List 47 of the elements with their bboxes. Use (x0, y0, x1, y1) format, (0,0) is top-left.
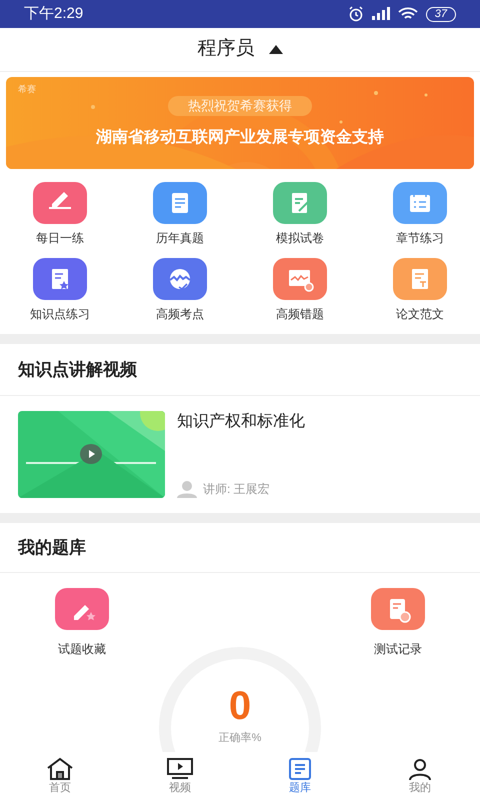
section-title: 知识点讲解视频 (18, 358, 137, 381)
battery-indicator: 37 (426, 6, 456, 22)
bank-tile[interactable]: 测试记录 (362, 588, 434, 658)
play-icon[interactable] (80, 444, 102, 464)
shortcut-tile[interactable]: 知识点练习 (0, 258, 120, 322)
tab-bar-item[interactable]: 首页 (0, 752, 120, 800)
caret-up-icon[interactable] (268, 45, 282, 54)
shortcut-tile[interactable]: 模拟试卷 (240, 182, 360, 246)
shortcut-label: 章节练习 (396, 230, 444, 246)
shortcut-label: 高频错题 (276, 306, 324, 322)
lecturer-name: 讲师: 王展宏 (203, 481, 270, 498)
bank-label: 试题收藏 (58, 641, 106, 658)
tab-bar-item[interactable]: 我的 (360, 752, 480, 800)
accuracy-label: 正确率% (218, 730, 262, 746)
banner-tagline: 热烈祝贺希赛获得 (168, 96, 312, 116)
video-icon (166, 757, 194, 781)
wifi-icon (398, 7, 418, 21)
person-icon (177, 480, 197, 498)
shortcut-label: 历年真题 (156, 230, 204, 246)
shortcut-tile[interactable]: 历年真题 (120, 182, 240, 246)
question-bank-icon (286, 757, 314, 781)
video-title: 知识产权和标准化 (177, 412, 305, 432)
status-time: 下午2:29 (24, 4, 84, 24)
shortcut-label: 每日一练 (36, 230, 84, 246)
shortcut-tile[interactable]: 高频错题 (240, 258, 360, 322)
shortcut-label: 模拟试卷 (276, 230, 324, 246)
accuracy-value: 0 (228, 684, 252, 728)
tab-bar-item[interactable]: 视频 (120, 752, 240, 800)
shortcut-tile[interactable]: 论文范文 (360, 258, 480, 322)
section-title: 我的题库 (18, 536, 86, 559)
category-title[interactable]: 程序员 (198, 35, 254, 64)
shortcut-label: 高频考点 (156, 306, 204, 322)
shortcut-label: 论文范文 (396, 306, 444, 322)
video-item[interactable]: 知识产权和标准化 讲师: 王展宏 (0, 396, 480, 513)
alarm-icon (348, 6, 364, 22)
signal-icon (372, 7, 390, 21)
shortcut-tile[interactable]: 章节练习 (360, 182, 480, 246)
shortcut-tile[interactable]: 每日一练 (0, 182, 120, 246)
tab-bar-item[interactable]: 题库 (240, 752, 360, 800)
banner-headline: 湖南省移动互联网产业发展专项资金支持 (96, 127, 384, 148)
person-icon (406, 757, 434, 781)
shortcut-label: 知识点练习 (30, 306, 90, 322)
brand-logo-text: 希赛 (18, 83, 36, 96)
home-icon (46, 757, 74, 781)
shortcut-tile[interactable]: 高频考点 (120, 258, 240, 322)
bank-label: 测试记录 (374, 641, 422, 658)
bank-tile[interactable]: 试题收藏 (46, 588, 118, 658)
